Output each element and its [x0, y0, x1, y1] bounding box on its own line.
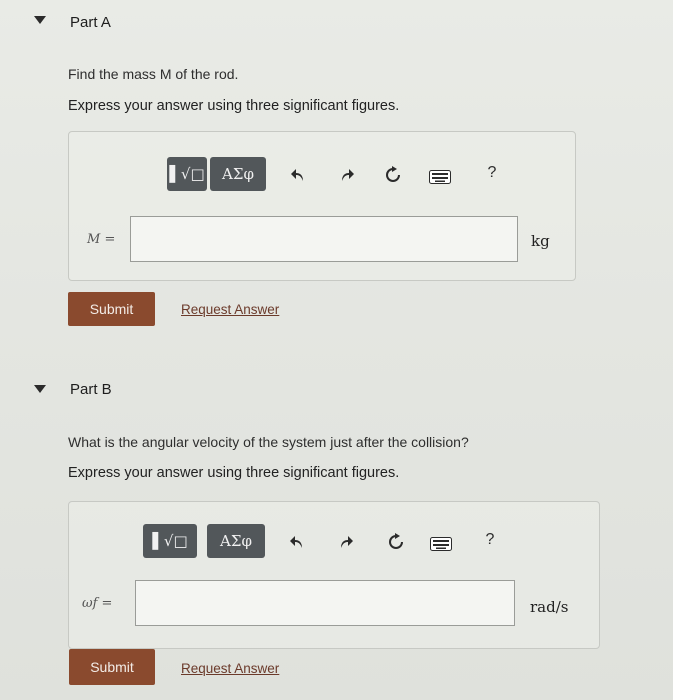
help-icon[interactable]: ?: [485, 164, 499, 182]
undo-icon[interactable]: [289, 166, 307, 184]
undo-icon[interactable]: [288, 533, 306, 551]
submit-button[interactable]: Submit: [69, 649, 155, 685]
variable-label: M =: [87, 232, 116, 247]
answer-box: ▌√□ ΑΣφ ? M = kg: [68, 131, 576, 281]
greek-symbols-button[interactable]: ΑΣφ: [207, 524, 265, 558]
answer-input[interactable]: [130, 216, 518, 262]
unit-label: rad/s: [530, 598, 569, 616]
answer-box: ▌√□ ΑΣφ ? ωf = rad/s: [68, 501, 600, 649]
redo-icon[interactable]: [338, 166, 356, 184]
answer-input[interactable]: [135, 580, 515, 626]
part-b: Part B What is the angular velocity of t…: [0, 350, 673, 700]
help-icon[interactable]: ?: [483, 531, 497, 549]
submit-button[interactable]: Submit: [68, 292, 155, 326]
part-a: Part A Find the mass M of the rod. Expre…: [0, 0, 673, 350]
request-answer-link[interactable]: Request Answer: [181, 302, 279, 317]
part-title: Part B: [70, 381, 112, 398]
reset-icon[interactable]: [387, 533, 405, 551]
redo-icon[interactable]: [337, 533, 355, 551]
collapse-triangle-icon[interactable]: [34, 385, 46, 395]
instruction-text: Express your answer using three signific…: [68, 465, 400, 481]
part-title: Part A: [70, 14, 111, 31]
question-text: Find the mass M of the rod.: [68, 66, 239, 82]
templates-button[interactable]: ▌√□: [143, 524, 197, 558]
instruction-text: Express your answer using three signific…: [68, 98, 400, 114]
unit-label: kg: [531, 232, 550, 250]
keyboard-icon[interactable]: [429, 170, 451, 184]
reset-icon[interactable]: [384, 166, 402, 184]
greek-symbols-button[interactable]: ΑΣφ: [210, 157, 266, 191]
templates-button[interactable]: ▌√□: [167, 157, 207, 191]
request-answer-link[interactable]: Request Answer: [181, 661, 279, 676]
variable-label: ωf =: [82, 596, 113, 611]
question-text: What is the angular velocity of the syst…: [68, 434, 469, 450]
keyboard-icon[interactable]: [430, 537, 452, 551]
collapse-triangle-icon[interactable]: [34, 16, 46, 26]
